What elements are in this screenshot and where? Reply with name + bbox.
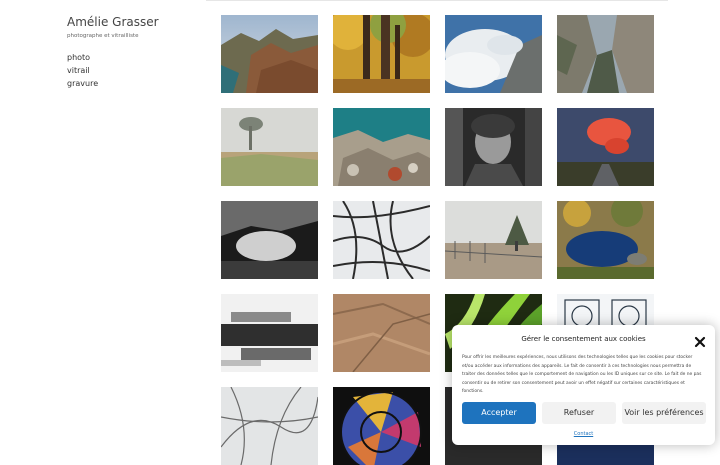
nav-item-vitrail[interactable]: vitrail [67,64,207,77]
gallery-thumbnail-turquoise-sea-rocks[interactable] [333,108,430,186]
gallery-thumbnail-abstract-blur[interactable] [221,294,318,372]
nav-item-gravure[interactable]: gravure [67,77,207,90]
gallery-thumbnail-mountain-clouds[interactable] [445,15,542,93]
site-tagline: photographe et vitrailliste [67,33,139,39]
gallery-thumbnail-snowy-branches[interactable] [221,387,318,465]
gallery-thumbnail-red-cloud-sunset[interactable] [557,108,654,186]
gallery-thumbnail-bare-branches[interactable] [333,201,430,279]
gallery-thumbnail-mountain-lake[interactable] [557,201,654,279]
gallery-thumbnail-autumn-forest[interactable] [333,15,430,93]
consent-description: Pour offrir les meilleures expériences, … [462,355,702,395]
consent-title: Gérer le consentement aux cookies [521,335,646,343]
nav-item-photo[interactable]: photo [67,51,207,64]
gallery-thumbnail-frosted-field[interactable] [445,201,542,279]
gallery-thumbnail-stone-texture[interactable] [333,294,430,372]
gallery-thumbnail-canyon[interactable] [557,15,654,93]
gallery-thumbnail-bw-portrait[interactable] [445,108,542,186]
gallery-thumbnail-stained-glass-colorful[interactable] [333,387,430,465]
sidebar: Amélie Grasser photographe et vitraillis… [67,14,207,90]
contact-link[interactable]: Contact [452,431,715,437]
gallery-thumbnail-foggy-meadow[interactable] [221,108,318,186]
gallery-thumbnail-dark-cave[interactable] [221,201,318,279]
header-divider [206,0,668,1]
main-nav: photo vitrail gravure [67,51,207,90]
deny-button[interactable]: Refuser [542,402,616,424]
view-preferences-button[interactable]: Voir les préférences [622,402,706,424]
accept-button[interactable]: Accepter [462,402,536,424]
site-title[interactable]: Amélie Grasser [67,14,207,30]
close-icon[interactable] [694,333,706,348]
gallery-thumbnail-coastal-cliffs[interactable] [221,15,318,93]
cookie-consent-dialog: Gérer le consentement aux cookies Pour o… [452,325,715,445]
